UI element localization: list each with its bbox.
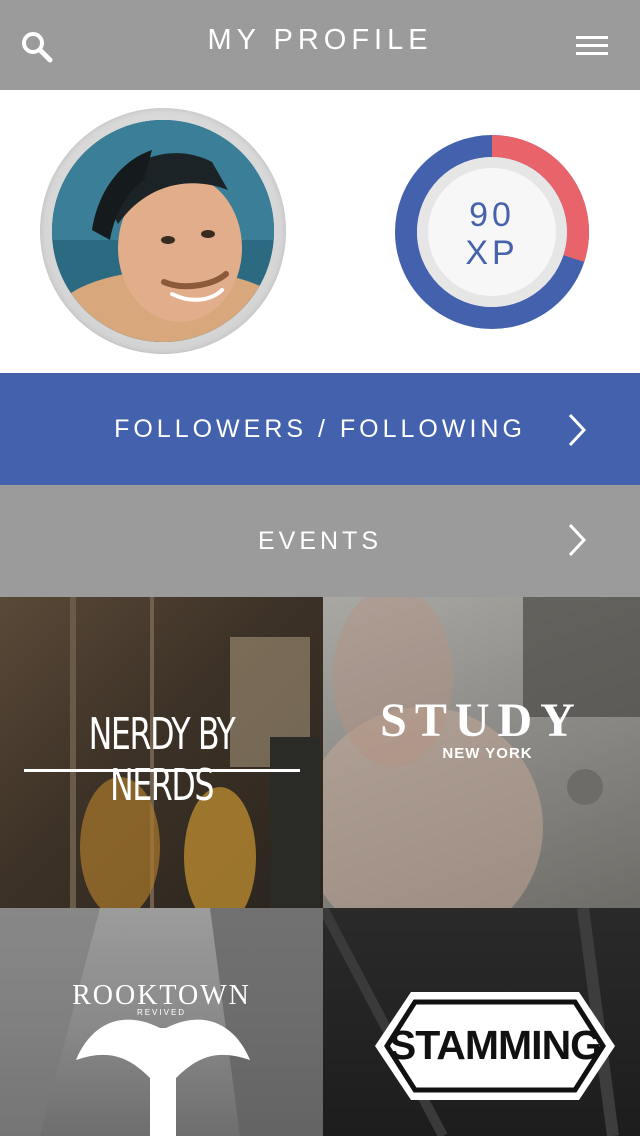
events-label: EVENTS xyxy=(257,527,383,555)
brand-subtitle: REVIVED xyxy=(136,1008,187,1017)
brand-tile-study[interactable]: STUDY NEW YORK xyxy=(323,597,640,908)
brand-subtitle: NEW YORK xyxy=(442,745,533,762)
avatar[interactable] xyxy=(52,120,274,342)
events-button[interactable]: EVENTS xyxy=(0,485,640,597)
xp-unit: XP xyxy=(465,234,519,272)
brand-tile-stamming[interactable]: STAMMING xyxy=(323,908,640,1136)
brand-name: NERDY BY NERDS xyxy=(88,709,236,811)
chevron-right-icon xyxy=(568,523,587,557)
brand-tile-rooktown[interactable]: ROOKTOWN REVIVED xyxy=(0,908,323,1136)
page-title: MY PROFILE xyxy=(207,24,433,56)
xp-value: 90 xyxy=(469,196,515,234)
xp-progress-ring: 90 XP xyxy=(394,134,590,330)
profile-summary: 90 XP xyxy=(0,90,640,373)
chevron-right-icon xyxy=(568,413,587,447)
app-header: MY PROFILE xyxy=(0,0,640,90)
brand-tile-nerdy-by-nerds[interactable]: NERDY BY NERDS xyxy=(0,597,323,908)
brand-name: STUDY xyxy=(380,694,583,747)
brand-tile-background xyxy=(0,908,323,1136)
hamburger-menu-icon[interactable] xyxy=(574,34,610,58)
user-avatar xyxy=(52,120,274,342)
brand-name: STAMMING xyxy=(388,1022,602,1068)
followers-following-label: FOLLOWERS / FOLLOWING xyxy=(114,415,526,443)
avatar-frame[interactable] xyxy=(40,108,286,354)
followers-following-button[interactable]: FOLLOWERS / FOLLOWING xyxy=(0,373,640,485)
xp-readout: 90 XP xyxy=(394,196,590,272)
